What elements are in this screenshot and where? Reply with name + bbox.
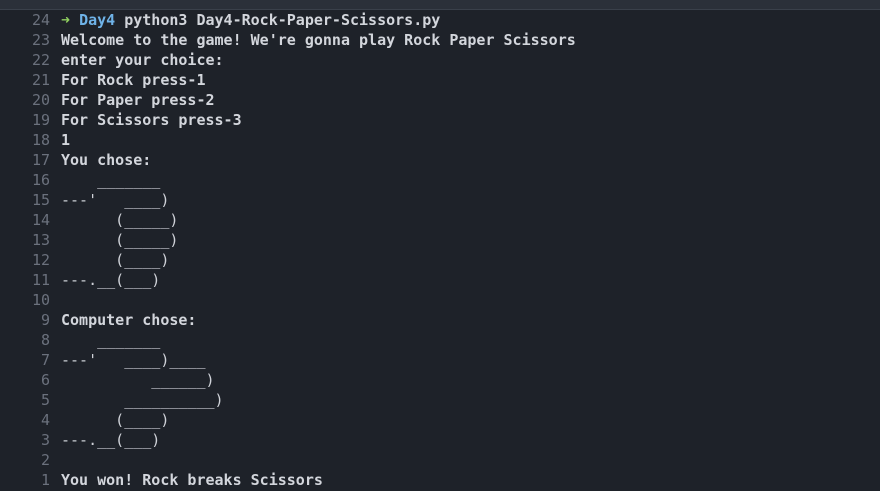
line-number: 16 [31, 171, 50, 189]
ascii-art-text: (_____) [61, 231, 179, 249]
output-line: 23 Welcome to the game! We're gonna play … [0, 30, 880, 50]
line-text: For Paper press-2 [61, 91, 215, 109]
ascii-art-line: 3 ---.__(___) [0, 430, 880, 450]
ascii-art-line: 8 _______ [0, 330, 880, 350]
line-number: 13 [31, 231, 50, 249]
output-line: 21 For Rock press-1 [0, 70, 880, 90]
line-number: 22 [31, 51, 50, 69]
terminal-top-border [0, 0, 880, 10]
line-number: 20 [31, 91, 50, 109]
line-number: 17 [31, 151, 50, 169]
line-number: 3 [40, 431, 50, 449]
output-line: 9 Computer chose: [0, 310, 880, 330]
line-number: 11 [31, 271, 50, 289]
line-number: 12 [31, 251, 50, 269]
ascii-art-text: (____) [61, 411, 170, 429]
output-line: 22 enter your choice: [0, 50, 880, 70]
ascii-art-text: _______ [61, 171, 161, 189]
line-number: 1 [40, 471, 50, 489]
ascii-art-line: 14 (_____) [0, 210, 880, 230]
line-text: For Scissors press-3 [61, 111, 242, 129]
line-number: 8 [40, 331, 50, 349]
ascii-art-text: ---.__(___) [61, 431, 161, 449]
line-number: 18 [31, 131, 50, 149]
ascii-art-text: ______) [61, 371, 215, 389]
line-number: 19 [31, 111, 50, 129]
output-line: 18 1 [0, 130, 880, 150]
ascii-art-line: 16 _______ [0, 170, 880, 190]
line-number: 24 [31, 11, 50, 29]
ascii-art-line: 5 __________) [0, 390, 880, 410]
line-number: 6 [40, 371, 50, 389]
line-text [50, 450, 61, 470]
ascii-art-line: 4 (____) [0, 410, 880, 430]
line-number: 10 [31, 291, 50, 309]
line-text: Computer chose: [61, 311, 197, 329]
ascii-art-text: (_____) [61, 211, 179, 229]
output-line: 10 [0, 290, 880, 310]
ascii-art-text: (____) [61, 251, 170, 269]
output-line: 2 [0, 450, 880, 470]
ascii-art-line: 12 (____) [0, 250, 880, 270]
ascii-art-text: ---' ____) [61, 191, 170, 209]
line-number: 7 [40, 351, 50, 369]
prompt-arrow-icon: ➜ [61, 11, 71, 29]
line-text: For Rock press-1 [61, 71, 206, 89]
line-number: 14 [31, 211, 50, 229]
line-number: 4 [40, 411, 50, 429]
ascii-art-line: 13 (_____) [0, 230, 880, 250]
prompt-directory: Day4 [79, 11, 116, 29]
line-number: 21 [31, 71, 50, 89]
line-text: 1 [61, 131, 71, 149]
result-message: You won! Rock breaks Scissors [61, 471, 323, 489]
output-line: 19 For Scissors press-3 [0, 110, 880, 130]
line-number: 5 [40, 391, 50, 409]
ascii-art-line: 7 ---' ____)____ [0, 350, 880, 370]
output-line: 20 For Paper press-2 [0, 90, 880, 110]
prompt-content: ➜ Day4 python3 Day4-Rock-Paper-Scissors.… [50, 10, 440, 30]
ascii-art-text: __________) [61, 391, 224, 409]
terminal-output[interactable]: 24 ➜ Day4 python3 Day4-Rock-Paper-Scisso… [0, 10, 880, 490]
line-text [50, 290, 61, 310]
line-number: 15 [31, 191, 50, 209]
ascii-art-line: 11 ---.__(___) [0, 270, 880, 290]
line-number: 23 [31, 31, 50, 49]
line-text: Welcome to the game! We're gonna play Ro… [61, 31, 576, 49]
prompt-command: python3 Day4-Rock-Paper-Scissors.py [124, 11, 441, 29]
line-number: 2 [40, 451, 50, 469]
line-text: enter your choice: [61, 51, 224, 69]
ascii-art-text: _______ [61, 331, 161, 349]
result-text: You won! Rock breaks Scissors [50, 470, 323, 490]
line-number: 9 [40, 311, 50, 329]
prompt-line: 24 ➜ Day4 python3 Day4-Rock-Paper-Scisso… [0, 10, 880, 30]
result-line: 1 You won! Rock breaks Scissors [0, 470, 880, 490]
ascii-art-text: ---' ____)____ [61, 351, 206, 369]
ascii-art-line: 6 ______) [0, 370, 880, 390]
line-text: You chose: [61, 151, 152, 169]
ascii-art-text: ---.__(___) [61, 271, 161, 289]
output-line: 17 You chose: [0, 150, 880, 170]
ascii-art-line: 15 ---' ____) [0, 190, 880, 210]
